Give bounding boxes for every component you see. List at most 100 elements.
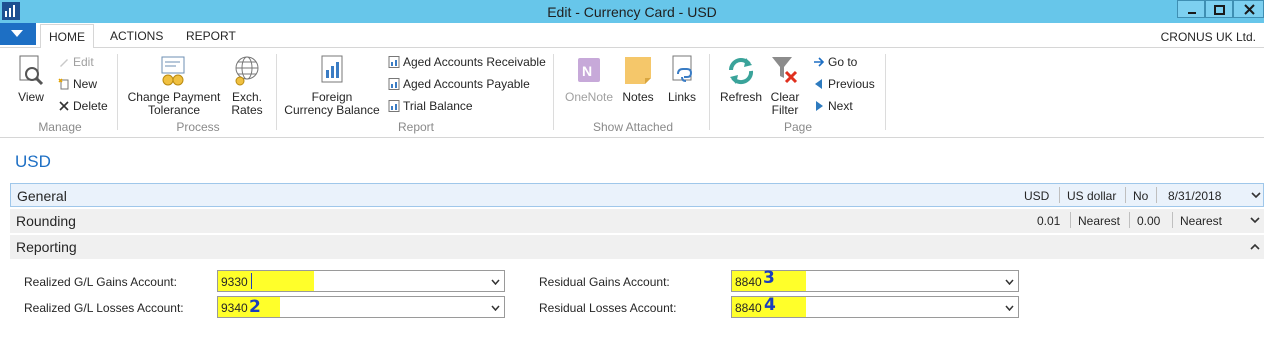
delete-label: Delete (73, 99, 108, 113)
onenote-label: OneNote (564, 90, 614, 104)
refresh-icon (729, 58, 754, 85)
arrow-right-icon (814, 57, 825, 67)
links-icon (672, 55, 693, 82)
text-cursor (251, 273, 252, 289)
aged-payable-label: Aged Accounts Payable (403, 77, 530, 91)
residual-losses-value: 8840 (735, 301, 762, 315)
edit-button[interactable]: Edit (58, 55, 94, 69)
exch-rates-label-line2: Rates (231, 103, 263, 117)
delete-button[interactable]: Delete (58, 99, 108, 113)
fasttab-rounding-title: Rounding (16, 213, 76, 229)
goto-button[interactable]: Go to (813, 55, 857, 69)
group-separator (553, 54, 554, 130)
next-button[interactable]: Next (813, 99, 853, 113)
restore-button[interactable] (1205, 0, 1233, 18)
fasttab-general-title: General (17, 188, 67, 204)
fasttab-reporting[interactable]: Reporting (10, 235, 1264, 259)
group-separator (117, 54, 118, 130)
general-summary-date: 8/31/2018 (1168, 189, 1222, 203)
change-payment-label-line2: Tolerance (147, 103, 201, 117)
realized-losses-field[interactable]: 9340 2 (217, 296, 505, 318)
ribbon-tab-row: HOME ACTIONS REPORT CRONUS UK Ltd. (0, 23, 1264, 49)
minimize-button[interactable] (1177, 0, 1205, 18)
general-summary-code: USD (1024, 189, 1050, 203)
links-button[interactable]: Links (664, 54, 700, 104)
tab-report[interactable]: REPORT (186, 29, 236, 43)
handwritten-annotation: 2 (249, 297, 261, 317)
group-label-report: Report (397, 120, 435, 134)
foreign-currency-label-line2: Currency Balance (284, 103, 380, 117)
chevron-down-icon[interactable] (1251, 192, 1261, 199)
residual-losses-field[interactable]: 8840 4 (731, 295, 1019, 318)
chevron-down-icon[interactable] (491, 279, 500, 285)
rounding-summary-type2: Nearest (1180, 214, 1223, 228)
group-separator (276, 54, 277, 130)
chevron-down-icon[interactable] (491, 305, 500, 311)
notes-label: Notes (622, 90, 654, 104)
summary-divider (1172, 212, 1173, 228)
trial-balance-button[interactable]: Trial Balance (388, 99, 473, 113)
fasttab-rounding[interactable]: Rounding 0.01 Nearest 0.00 Nearest (10, 209, 1264, 233)
links-label: Links (667, 90, 696, 104)
onenote-icon: N (578, 58, 600, 82)
chevron-down-icon[interactable] (1250, 217, 1260, 224)
realized-gains-field[interactable]: 9330 (217, 270, 505, 292)
window-title: Edit - Currency Card - USD (547, 4, 717, 20)
refresh-button[interactable]: Refresh (718, 54, 764, 104)
report-icon (388, 100, 400, 112)
realized-losses-label: Realized G/L Losses Account: (24, 301, 184, 315)
company-name: CRONUS UK Ltd. (1160, 30, 1256, 44)
handwritten-annotation: 4 (764, 295, 776, 315)
new-button[interactable]: New (58, 77, 97, 91)
chevron-up-icon[interactable] (1250, 243, 1260, 250)
general-summary-flag: No (1133, 189, 1149, 203)
delete-icon (59, 101, 69, 111)
svg-text:N: N (582, 63, 592, 79)
residual-gains-value: 8840 (735, 275, 762, 289)
tab-actions[interactable]: ACTIONS (110, 29, 163, 43)
edit-label: Edit (73, 55, 94, 69)
foreign-currency-balance-button[interactable]: Foreign Currency Balance (284, 54, 380, 117)
previous-label: Previous (828, 77, 875, 91)
realized-losses-value: 9340 (221, 301, 248, 315)
realized-gains-label: Realized G/L Gains Account: (24, 275, 177, 289)
group-separator (709, 54, 710, 130)
general-summary-description: US dollar (1067, 189, 1117, 203)
triangle-left-icon (815, 79, 822, 89)
dropdown-arrow-icon (11, 30, 23, 37)
triangle-right-icon (816, 101, 823, 111)
fasttab-general[interactable]: General USD US dollar No 8/31/2018 (10, 183, 1264, 207)
aged-receivable-button[interactable]: Aged Accounts Receivable (388, 55, 546, 69)
exch-rates-button[interactable]: Exch. Rates (228, 54, 266, 117)
refresh-label: Refresh (719, 90, 763, 104)
residual-gains-field[interactable]: 8840 3 (731, 268, 1019, 292)
report-icon (388, 78, 400, 90)
tab-home[interactable]: HOME (40, 24, 94, 49)
group-label-page: Page (783, 120, 813, 134)
view-button[interactable]: View (14, 54, 48, 104)
pencil-icon (60, 59, 68, 67)
clear-filter-button[interactable]: Clear Filter (766, 54, 804, 117)
view-icon (19, 55, 44, 86)
aged-payable-button[interactable]: Aged Accounts Payable (388, 77, 530, 91)
rounding-summary-precision: 0.01 (1037, 214, 1061, 228)
report-icon (388, 56, 400, 68)
chevron-down-icon[interactable] (1005, 305, 1014, 311)
previous-button[interactable]: Previous (813, 77, 875, 91)
close-button[interactable] (1233, 0, 1264, 18)
group-label-process: Process (176, 120, 220, 134)
handwritten-annotation: 3 (763, 268, 775, 288)
fasttab-reporting-title: Reporting (16, 239, 77, 255)
restore-icon (1214, 5, 1225, 15)
application-menu-button[interactable] (0, 23, 36, 45)
notes-button[interactable]: Notes (620, 54, 656, 104)
clear-filter-icon (772, 57, 798, 84)
chevron-down-icon[interactable] (1005, 279, 1014, 285)
realized-gains-value: 9330 (221, 275, 248, 289)
view-label: View (18, 90, 44, 104)
notes-icon (625, 57, 651, 84)
summary-divider (1070, 212, 1071, 228)
change-payment-tolerance-button[interactable]: Change Payment Tolerance (126, 54, 222, 117)
onenote-button[interactable]: N OneNote (562, 54, 616, 104)
goto-label: Go to (828, 55, 858, 69)
